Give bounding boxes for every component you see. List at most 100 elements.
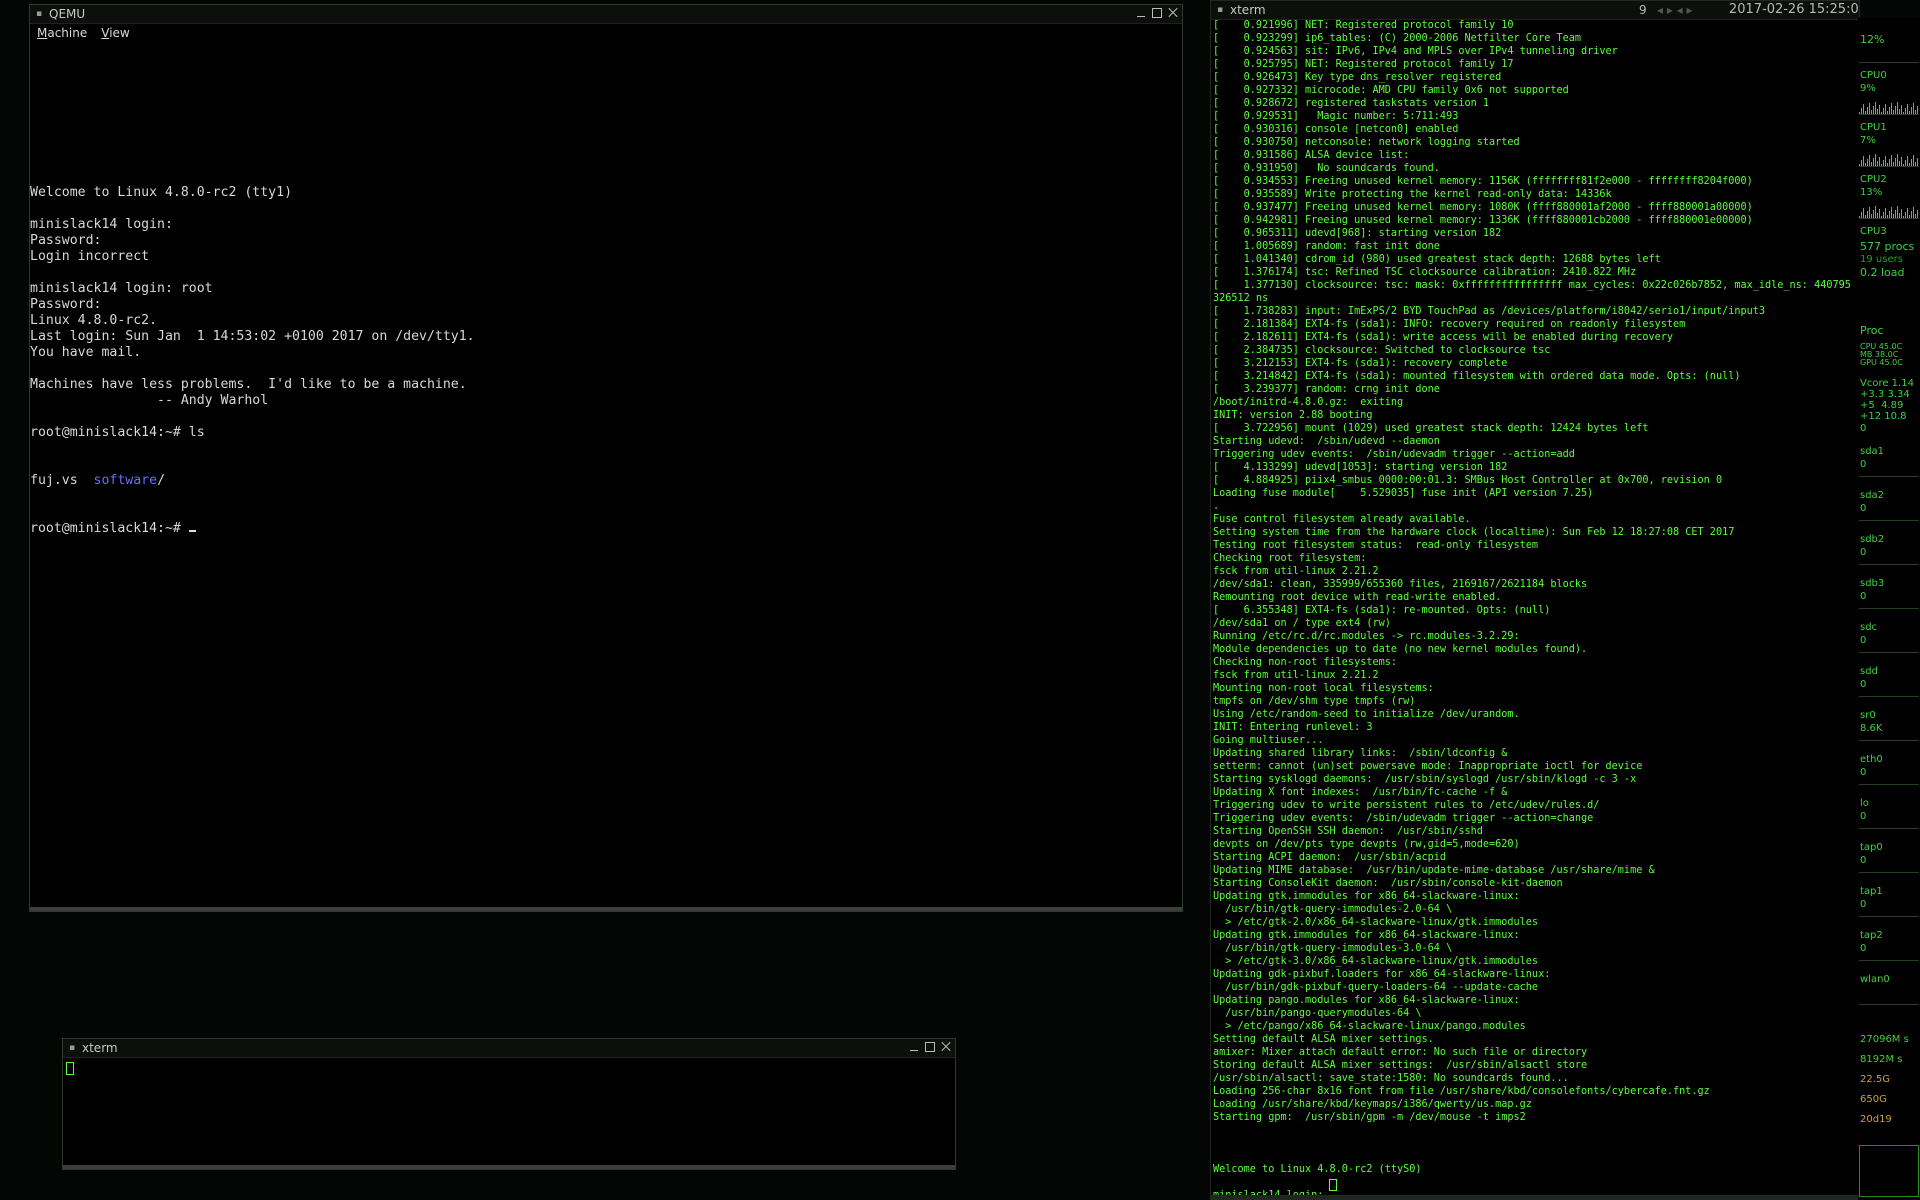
boot-log-line: [ 3.214842] EXT4-fs (sda1): mounted file… [1213, 371, 1741, 382]
boot-log-line: [ 0.923299] ip6_tables: (C) 2000-2006 Ne… [1213, 33, 1582, 44]
boot-log-line: Updating pango.modules for x86_64-slackw… [1213, 995, 1520, 1006]
boot-log-line: Starting gpm: /usr/sbin/gpm -m /dev/mous… [1213, 1112, 1526, 1123]
boot-log-line: Updating gdk-pixbuf.loaders for x86_64-s… [1213, 969, 1551, 980]
xterm-small-window[interactable]: ▪ xterm [62, 1038, 956, 1170]
minimize-icon[interactable] [907, 1040, 921, 1054]
close-icon[interactable] [939, 1040, 953, 1054]
window-menu-icon[interactable]: ▪ [1217, 1, 1223, 19]
boot-log-line: Starting OpenSSH SSH daemon: /usr/sbin/s… [1213, 826, 1483, 837]
voltage-reading: +12 10.8 [1860, 411, 1907, 422]
boot-log-line: [ 1.377130] clocksource: tsc: mask: 0xff… [1213, 280, 1851, 291]
boot-log-line: [ 0.931950] No soundcards found. [1213, 163, 1440, 174]
boot-log-line: fsck from util-linux 2.21.2 [1213, 566, 1379, 577]
boot-log[interactable]: [ 0.921996] NET: Registered protocol fam… [1213, 19, 1859, 1199]
boot-log-line: [ 1.041340] cdrom_id (980) used greatest… [1213, 254, 1661, 265]
boot-log-line [1213, 1124, 1859, 1137]
device-label: tap1 [1860, 886, 1883, 897]
memory-reading: 27096M s [1860, 1034, 1909, 1045]
minimize-icon[interactable] [1134, 6, 1148, 20]
boot-log-line: [ 4.884925] piix4_smbus 0000:00:01.3: SM… [1213, 475, 1723, 486]
qemu-console[interactable]: Welcome to Linux 4.8.0-rc2 (tty1) minisla… [30, 153, 1182, 569]
boot-log-line: tmpfs on /dev/shm type tmpfs (rw) [1213, 696, 1416, 707]
pager-arrows-icon[interactable]: ◂ ▸ ◂ ▸ [1657, 1, 1693, 19]
memory-reading: 8192M s [1860, 1054, 1903, 1065]
boot-log-line: Updating X font indexes: /usr/bin/fc-cac… [1213, 787, 1508, 798]
console-line: Linux 4.8.0-rc2. [30, 313, 158, 328]
console-line: minislack14 login: root [30, 281, 213, 296]
console-line: Password: [30, 297, 102, 312]
boot-log-line: Updating gtk.immodules for x86_64-slackw… [1213, 930, 1520, 941]
device-graph [1859, 598, 1919, 609]
maximize-icon[interactable] [923, 1040, 937, 1054]
desktop-number[interactable]: 9 [1639, 1, 1647, 19]
boot-log-line: [ 3.239377] random: crng init done [1213, 384, 1440, 395]
boot-log-line: setterm: cannot (un)set powersave mode: … [1213, 761, 1643, 772]
mini-pager[interactable] [1859, 1145, 1919, 1197]
device-graph [1859, 950, 1919, 961]
device-graph [1859, 994, 1919, 1005]
proc-label: Proc [1860, 324, 1884, 337]
memory-reading: 20d19 [1860, 1114, 1892, 1125]
boot-log-line: /usr/bin/gtk-query-immodules-3.0-64 \ [1213, 943, 1453, 954]
boot-log-line: [ 0.965311] udevd[968]: starting version… [1213, 228, 1502, 239]
boot-log-line: [ 0.930750] netconsole: network logging … [1213, 137, 1520, 148]
console-line: Welcome to Linux 4.8.0-rc2 (tty1) [30, 185, 293, 200]
boot-log-line: Starting sysklogd daemons: /usr/sbin/sys… [1213, 774, 1637, 785]
menu-machine[interactable]: Machine [37, 24, 87, 42]
boot-log-line: Updating gtk.immodules for x86_64-slackw… [1213, 891, 1520, 902]
boot-log-line: 326512 ns [1213, 293, 1269, 304]
xterm-small-terminal[interactable] [63, 1058, 955, 1165]
cpu-graph [1859, 202, 1919, 219]
cpu-total-value: 12% [1860, 33, 1885, 46]
console-line: -- Andy Warhol [30, 393, 269, 408]
boot-log-line: Checking root filesystem: [1213, 553, 1367, 564]
boot-log-line: amixer: Mixer attach default error: No s… [1213, 1047, 1588, 1058]
device-graph [1859, 642, 1919, 653]
boot-log-line: [ 3.212153] EXT4-fs (sda1): recovery com… [1213, 358, 1508, 369]
cpu-value: 13% [1860, 187, 1883, 198]
qemu-window[interactable]: ▪ QEMU Machine View Welcome to Linux 4.8… [29, 4, 1183, 912]
cpu-total-graph [1859, 46, 1919, 63]
xterm-small-titlebar[interactable]: ▪ xterm [63, 1039, 955, 1058]
shell-prompt: root@minislack14:~# [30, 521, 189, 536]
boot-log-line: devpts on /dev/pts type devpts (rw,gid=5… [1213, 839, 1520, 850]
boot-log-line: Remounting root device with read-write e… [1213, 592, 1502, 603]
boot-log-line [1213, 1176, 1859, 1189]
device-label: tap2 [1860, 930, 1883, 941]
boot-log-line: Loading 256-char 8x16 font from file /us… [1213, 1086, 1710, 1097]
qemu-window-title: QEMU [49, 7, 86, 21]
system-monitor-panel: 12% CPU0 9% CPU1 7% CPU2 13% CPU3 577 procs 19… [1858, 18, 1920, 1200]
boot-log-line [1213, 1137, 1859, 1150]
qemu-menubar: Machine View [30, 24, 1182, 42]
menu-view[interactable]: View [101, 24, 129, 42]
voltage-reading: +5 4.89 [1860, 400, 1904, 411]
boot-log-line: [ 0.930316] console [netcon0] enabled [1213, 124, 1459, 135]
maximize-icon[interactable] [1150, 6, 1164, 20]
boot-log-line: Updating MIME database: /usr/bin/update-… [1213, 865, 1655, 876]
window-menu-icon[interactable]: ▪ [69, 1039, 75, 1057]
boot-log-line: [ 0.935589] Write protecting the kernel … [1213, 189, 1612, 200]
device-label: wlan0 [1860, 974, 1890, 985]
boot-log-line: [ 0.921996] NET: Registered protocol fam… [1213, 20, 1514, 31]
temperature-reading: GPU 45.0C [1860, 358, 1903, 367]
xterm-main-titlebar[interactable]: ▪ xterm 9 ◂ ▸ ◂ ▸ 2017-02-26 15:25:05 [1211, 1, 1859, 20]
boot-log-line: [ 0.931586] ALSA device list: [1213, 150, 1410, 161]
console-line: Last login: Sun Jan 1 14:53:02 +0100 201… [30, 329, 475, 344]
close-icon[interactable] [1166, 6, 1180, 20]
memory-reading: 22.5G [1860, 1074, 1891, 1085]
device-graph [1859, 730, 1919, 741]
cpu-label: CPU0 [1860, 70, 1887, 81]
qemu-titlebar[interactable]: ▪ QEMU [30, 5, 1182, 24]
cpu-value: 7% [1860, 135, 1876, 146]
boot-log-line: > /etc/gtk-3.0/x86_64-slackware-linux/gt… [1213, 956, 1539, 967]
device-graph [1859, 774, 1919, 785]
xterm-main-window[interactable]: ▪ xterm 9 ◂ ▸ ◂ ▸ 2017-02-26 15:25:05 [ … [1210, 0, 1860, 1200]
boot-log-line: /boot/initrd-4.8.0.gz: exiting [1213, 397, 1404, 408]
boot-log-line: [ 0.926473] Key type dns_resolver regist… [1213, 72, 1502, 83]
boot-log-line: [ 0.934553] Freeing unused kernel memory… [1213, 176, 1753, 187]
boot-log-line: [ 2.181384] EXT4-fs (sda1): INFO: recove… [1213, 319, 1686, 330]
cpu-graph [1859, 150, 1919, 167]
boot-log-line: Starting ACPI daemon: /usr/sbin/acpid [1213, 852, 1447, 863]
window-menu-icon[interactable]: ▪ [36, 5, 42, 23]
